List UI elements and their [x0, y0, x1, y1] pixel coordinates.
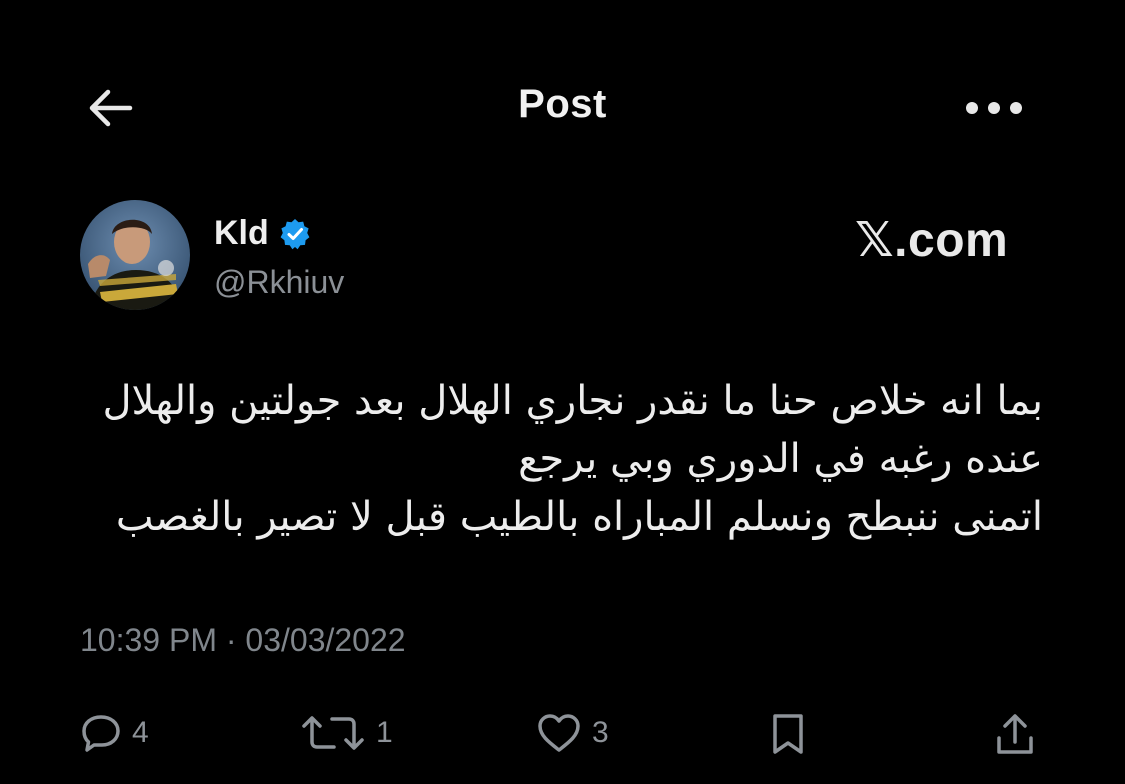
post-text: بما انه خلاص حنا ما نقدر نجاري الهلال بع…: [83, 372, 1043, 546]
bookmark-icon: [773, 714, 803, 754]
share-icon: [997, 714, 1033, 754]
author-handle[interactable]: @Rkhiuv: [214, 264, 344, 301]
top-navigation-bar: Post: [0, 0, 1125, 200]
more-horizontal-icon: [966, 102, 1022, 114]
share-button[interactable]: [994, 712, 1036, 756]
bookmark-button[interactable]: [768, 712, 808, 756]
like-count: 3: [592, 716, 609, 749]
reply-button[interactable]: 4: [80, 712, 149, 754]
watermark-text: 𝕏.com: [855, 214, 1009, 267]
heart-icon: [538, 714, 580, 752]
post-actions-bar: 4 1 3: [0, 700, 1125, 770]
page-title: Post: [518, 82, 607, 126]
post-timestamp[interactable]: 10:39 PM · 03/03/2022: [80, 622, 406, 659]
post-text-line: بما انه خلاص حنا ما نقدر نجاري الهلال بع…: [102, 378, 1043, 424]
post-text-line: عنده رغبه في الدوري وبي يرجع: [518, 436, 1043, 482]
author-name-row[interactable]: Kld: [214, 214, 311, 253]
profile-photo: [80, 200, 190, 310]
verified-badge-icon: [280, 218, 310, 249]
post-text-line: اتمنى ننبطح ونسلم المباراه بالطيب قبل لا…: [115, 494, 1043, 540]
repost-count: 1: [376, 716, 393, 749]
repost-icon: [302, 716, 364, 750]
author-display-name: Kld: [214, 214, 269, 252]
like-button[interactable]: 3: [536, 712, 609, 754]
reply-count: 4: [132, 716, 149, 749]
repost-button[interactable]: 1: [300, 712, 393, 754]
reply-icon: [82, 715, 120, 752]
more-options-button[interactable]: [958, 84, 1030, 132]
avatar[interactable]: [80, 200, 190, 310]
